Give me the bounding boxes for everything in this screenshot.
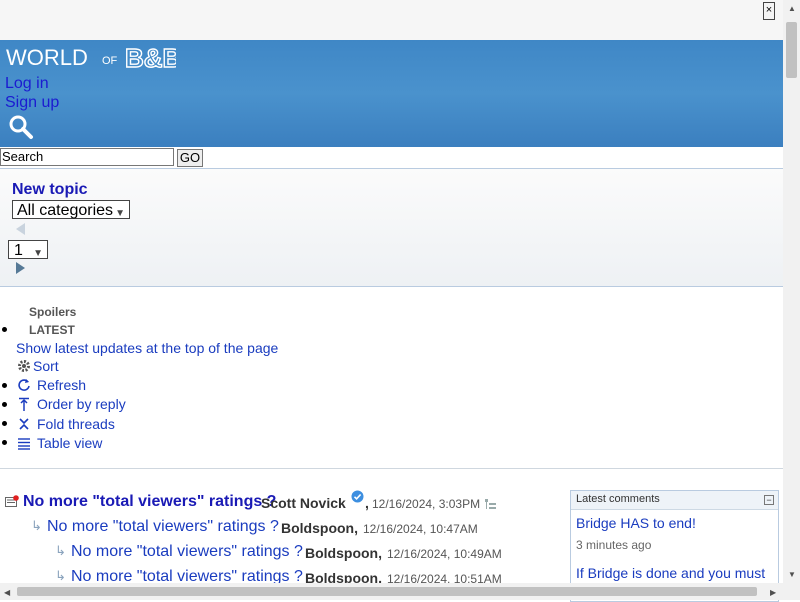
- reply-title[interactable]: No more "total viewers" ratings ?: [47, 518, 279, 536]
- comment-time: 3 minutes ago: [576, 538, 652, 552]
- thread-title[interactable]: No more "total viewers" ratings ?: [23, 493, 276, 511]
- new-topic-link[interactable]: New topic: [12, 181, 88, 199]
- reply-date: 12/16/2024, 10:49AM: [387, 547, 502, 561]
- search-icon[interactable]: [8, 114, 34, 140]
- refresh-link[interactable]: Refresh: [37, 377, 86, 393]
- section-divider: [0, 468, 783, 469]
- thread-author: Scott Novick: [261, 495, 346, 511]
- thread-tree-icon[interactable]: [485, 497, 496, 509]
- list-bullet: [2, 421, 7, 426]
- chevron-down-icon: ▼: [115, 208, 125, 219]
- reply-title[interactable]: No more "total viewers" ratings ?: [71, 543, 303, 561]
- category-selected-value: All categories: [17, 202, 114, 219]
- page-selected-value: 1: [14, 242, 23, 259]
- latest-comments-header: Latest comments −: [571, 491, 778, 510]
- reply-author: Boldspoon,: [281, 520, 358, 536]
- reply-arrow-icon: ↳: [55, 543, 66, 558]
- comment-link[interactable]: Bridge HAS to end!: [576, 515, 696, 531]
- verified-icon: [351, 490, 364, 503]
- login-link[interactable]: Log in: [5, 75, 49, 93]
- reply-date: 12/16/2024, 10:47AM: [363, 522, 478, 536]
- refresh-icon: [17, 378, 31, 392]
- scroll-left-icon[interactable]: ◀: [4, 588, 10, 597]
- sort-link[interactable]: Sort: [33, 358, 59, 374]
- go-button[interactable]: GO: [177, 149, 203, 167]
- collapse-icon[interactable]: −: [764, 495, 774, 505]
- forum-controls-panel: [0, 169, 783, 287]
- next-page-icon[interactable]: [16, 262, 25, 274]
- list-bullet: [2, 402, 7, 407]
- chevron-down-icon: ▼: [33, 248, 43, 259]
- thread-date: 12/16/2024, 3:03PM: [372, 497, 481, 511]
- list-bullet: [2, 327, 7, 332]
- latest-description[interactable]: Show latest updates at the top of the pa…: [16, 340, 278, 356]
- logo-world: WORLD: [6, 45, 88, 70]
- site-logo[interactable]: WORLD OF B&B: [6, 42, 182, 77]
- horizontal-scroll-thumb[interactable]: [17, 587, 757, 596]
- table-view-link[interactable]: Table view: [37, 435, 102, 451]
- latest-comments-title: Latest comments: [576, 493, 660, 505]
- logo-bb: B&B: [125, 44, 176, 72]
- reply-author: Boldspoon,: [305, 545, 382, 561]
- signup-link[interactable]: Sign up: [5, 94, 59, 112]
- vertical-scroll-thumb[interactable]: [786, 22, 797, 78]
- previous-page-icon[interactable]: [16, 223, 25, 235]
- category-select[interactable]: All categories ▼: [12, 200, 130, 219]
- order-by-reply-link[interactable]: Order by reply: [37, 396, 126, 412]
- comma-separator: ,: [365, 495, 369, 511]
- page-select[interactable]: 1 ▼: [8, 240, 48, 259]
- comment-link[interactable]: If Bridge is done and you must: [576, 565, 765, 581]
- fold-threads-link[interactable]: Fold threads: [37, 416, 115, 432]
- list-bullet: [2, 440, 7, 445]
- gear-icon: [17, 359, 31, 373]
- logo-of: OF: [102, 55, 118, 67]
- search-bar: Search GO: [0, 148, 783, 169]
- reply-arrow-icon: ↳: [55, 568, 66, 583]
- reply-arrow-icon: ↳: [31, 518, 42, 533]
- close-button[interactable]: ×: [763, 2, 775, 20]
- search-input[interactable]: Search: [0, 148, 174, 166]
- scroll-up-icon[interactable]: ▲: [788, 4, 796, 13]
- latest-label[interactable]: LATEST: [29, 323, 75, 337]
- new-thread-icon: [5, 494, 19, 507]
- scroll-right-icon[interactable]: ▶: [770, 588, 776, 597]
- vertical-scrollbar[interactable]: [783, 0, 800, 583]
- logo-graphic: WORLD OF B&B: [6, 42, 182, 73]
- scroll-down-icon[interactable]: ▼: [788, 570, 796, 579]
- list-bullet: [2, 383, 7, 388]
- table-view-icon: [17, 436, 31, 450]
- spoilers-label[interactable]: Spoilers: [29, 305, 76, 319]
- fold-threads-icon: [17, 417, 31, 431]
- order-by-reply-icon: [17, 397, 31, 411]
- top-bar: [0, 0, 783, 40]
